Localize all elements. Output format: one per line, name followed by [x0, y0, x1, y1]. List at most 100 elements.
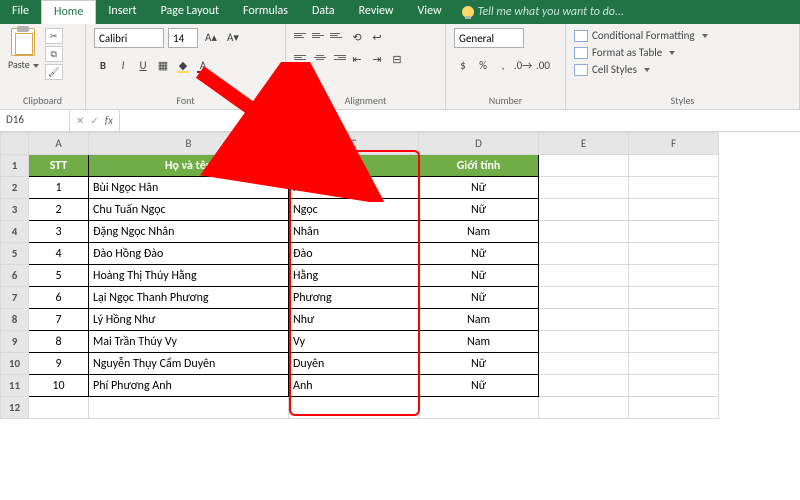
cell[interactable]: 7	[29, 309, 89, 331]
col-header[interactable]: A	[29, 133, 89, 155]
cell[interactable]: Nữ	[419, 177, 539, 199]
cell[interactable]: Chu Tuấn Ngọc	[89, 199, 289, 221]
cell[interactable]: Vy	[289, 331, 419, 353]
cell[interactable]: Giới tính	[419, 155, 539, 177]
align-middle-button[interactable]	[312, 28, 328, 42]
col-header[interactable]: D	[419, 133, 539, 155]
row-header[interactable]: 5	[1, 243, 29, 265]
cell[interactable]: 5	[29, 265, 89, 287]
cell[interactable]: Nhân	[289, 221, 419, 243]
row-header[interactable]: 7	[1, 287, 29, 309]
col-header[interactable]: C	[289, 133, 419, 155]
cell[interactable]	[419, 397, 539, 419]
cell[interactable]	[629, 287, 719, 309]
number-format-select[interactable]	[454, 28, 524, 48]
cell[interactable]: Nữ	[419, 265, 539, 287]
percent-format-button[interactable]: %	[474, 56, 492, 74]
row-header[interactable]: 6	[1, 265, 29, 287]
merge-button[interactable]: ⊟	[388, 50, 406, 68]
cut-button[interactable]: ✂	[45, 28, 63, 44]
cell[interactable]	[629, 243, 719, 265]
decrease-font-button[interactable]: A▾	[224, 28, 242, 46]
row-header[interactable]: 3	[1, 199, 29, 221]
cell[interactable]: Họ và tên	[89, 155, 289, 177]
format-painter-button[interactable]: 🖌	[45, 64, 63, 80]
col-header[interactable]: E	[539, 133, 629, 155]
cell[interactable]: Nữ	[419, 353, 539, 375]
cell[interactable]	[539, 287, 629, 309]
cell[interactable]: Hoàng Thị Thúy Hằng	[89, 265, 289, 287]
cell[interactable]: 10	[29, 375, 89, 397]
select-all-corner[interactable]	[1, 133, 29, 155]
bold-button[interactable]: B	[94, 56, 112, 74]
row-header[interactable]: 4	[1, 221, 29, 243]
comma-format-button[interactable]: ,	[494, 56, 512, 74]
cell[interactable]: Hằng	[289, 265, 419, 287]
tab-file[interactable]: File	[0, 0, 41, 24]
tab-insert[interactable]: Insert	[96, 0, 148, 24]
cell[interactable]	[629, 353, 719, 375]
tab-view[interactable]: View	[406, 0, 454, 24]
cell[interactable]: Anh	[289, 375, 419, 397]
increase-font-button[interactable]: A▴	[202, 28, 220, 46]
underline-button[interactable]: U	[134, 56, 152, 74]
conditional-formatting-button[interactable]: Conditional Formatting	[574, 28, 708, 43]
cell[interactable]: 8	[29, 331, 89, 353]
cell[interactable]: 6	[29, 287, 89, 309]
cell[interactable]: Lại Ngọc Thanh Phương	[89, 287, 289, 309]
cancel-formula-icon[interactable]: ✕	[76, 114, 84, 127]
enter-formula-icon[interactable]: ✓	[90, 114, 98, 127]
cell[interactable]	[539, 155, 629, 177]
cell[interactable]	[89, 397, 289, 419]
cell[interactable]: Đào	[289, 243, 419, 265]
cell[interactable]: Phí Phương Anh	[89, 375, 289, 397]
cell[interactable]	[539, 353, 629, 375]
font-size-select[interactable]	[168, 28, 198, 48]
cell[interactable]	[539, 331, 629, 353]
cell[interactable]: 3	[29, 221, 89, 243]
increase-decimal-button[interactable]: .0→	[514, 56, 532, 74]
formula-input[interactable]	[120, 110, 800, 131]
align-center-button[interactable]	[312, 50, 328, 64]
cell[interactable]: 4	[29, 243, 89, 265]
align-bottom-button[interactable]	[330, 28, 346, 42]
cell[interactable]: Nữ	[419, 375, 539, 397]
row-header[interactable]: 9	[1, 331, 29, 353]
paste-button[interactable]: Paste	[8, 28, 39, 71]
align-right-button[interactable]	[330, 50, 346, 64]
col-header[interactable]: B	[89, 133, 289, 155]
accounting-format-button[interactable]: $	[454, 56, 472, 74]
cell[interactable]: 2	[29, 199, 89, 221]
row-header[interactable]: 10	[1, 353, 29, 375]
cell[interactable]: Tên	[289, 155, 419, 177]
italic-button[interactable]: I	[114, 56, 132, 74]
worksheet[interactable]: A B C D E F 1 STT Họ và tên Tên Giới tín…	[0, 132, 800, 419]
align-left-button[interactable]	[294, 50, 310, 64]
cell[interactable]	[539, 221, 629, 243]
cell[interactable]: Nữ	[419, 243, 539, 265]
cell[interactable]: Nam	[419, 221, 539, 243]
cell[interactable]: Ngọc	[289, 199, 419, 221]
wrap-text-button[interactable]: ↩	[368, 28, 386, 46]
align-top-button[interactable]	[294, 28, 310, 42]
format-as-table-button[interactable]: Format as Table	[574, 45, 675, 60]
cell[interactable]: Đặng Ngọc Nhân	[89, 221, 289, 243]
col-header[interactable]: F	[629, 133, 719, 155]
cell[interactable]: Bùi Ngọc Hân	[89, 177, 289, 199]
cell[interactable]	[629, 397, 719, 419]
fx-icon[interactable]: fx	[105, 114, 113, 127]
cell[interactable]	[539, 265, 629, 287]
cell[interactable]	[539, 243, 629, 265]
cell[interactable]	[29, 397, 89, 419]
cell[interactable]: Mai Trần Thúy Vy	[89, 331, 289, 353]
increase-indent-button[interactable]: ⇥	[368, 50, 386, 68]
cell[interactable]	[629, 265, 719, 287]
cell-styles-button[interactable]: Cell Styles	[574, 62, 650, 77]
tab-formulas[interactable]: Formulas	[231, 0, 300, 24]
cell[interactable]	[539, 375, 629, 397]
fill-color-button[interactable]: ◆	[174, 56, 192, 74]
tell-me-search[interactable]: Tell me what you want to do...	[454, 0, 800, 24]
cell[interactable]	[629, 221, 719, 243]
cell[interactable]: 9	[29, 353, 89, 375]
cell[interactable]: Lý Hồng Như	[89, 309, 289, 331]
